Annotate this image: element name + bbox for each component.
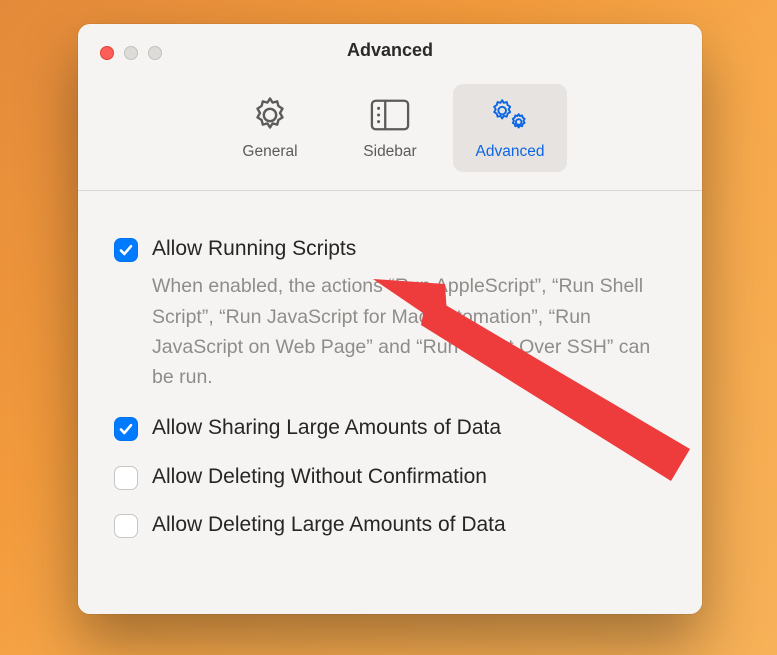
tab-label: Sidebar: [363, 143, 416, 161]
tab-label: General: [242, 143, 297, 161]
tab-general[interactable]: General: [213, 84, 327, 172]
sidebar-icon: [370, 95, 410, 135]
tab-sidebar[interactable]: Sidebar: [333, 84, 447, 172]
checkbox-share-large[interactable]: [114, 417, 138, 441]
option-share-large: Allow Sharing Large Amounts of Data: [114, 414, 666, 442]
minimize-window-button[interactable]: [124, 46, 138, 60]
titlebar: Advanced: [78, 24, 702, 76]
content-area: Allow Running Scripts When enabled, the …: [78, 191, 702, 614]
tab-advanced[interactable]: Advanced: [453, 84, 567, 172]
option-delete-large: Allow Deleting Large Amounts of Data: [114, 511, 666, 539]
traffic-lights: [100, 46, 162, 60]
checkbox-delete-large[interactable]: [114, 514, 138, 538]
window-title: Advanced: [78, 40, 702, 61]
checkbox-allow-scripts[interactable]: [114, 238, 138, 262]
option-label: Allow Deleting Large Amounts of Data: [152, 511, 506, 539]
toolbar: General Sidebar: [78, 76, 702, 191]
tab-group: General Sidebar: [213, 84, 567, 172]
gear-icon: [250, 95, 290, 135]
zoom-window-button[interactable]: [148, 46, 162, 60]
option-label: Allow Sharing Large Amounts of Data: [152, 414, 501, 442]
option-label: Allow Running Scripts: [152, 235, 356, 263]
option-description: When enabled, the actions “Run AppleScri…: [152, 271, 666, 392]
preferences-window: Advanced General: [78, 24, 702, 614]
tab-label: Advanced: [476, 143, 545, 161]
close-window-button[interactable]: [100, 46, 114, 60]
option-label: Allow Deleting Without Confirmation: [152, 463, 487, 491]
double-gear-icon: [490, 95, 530, 135]
checkbox-delete-noconfirm[interactable]: [114, 466, 138, 490]
option-allow-scripts: Allow Running Scripts: [114, 235, 666, 263]
option-delete-noconfirm: Allow Deleting Without Confirmation: [114, 463, 666, 491]
